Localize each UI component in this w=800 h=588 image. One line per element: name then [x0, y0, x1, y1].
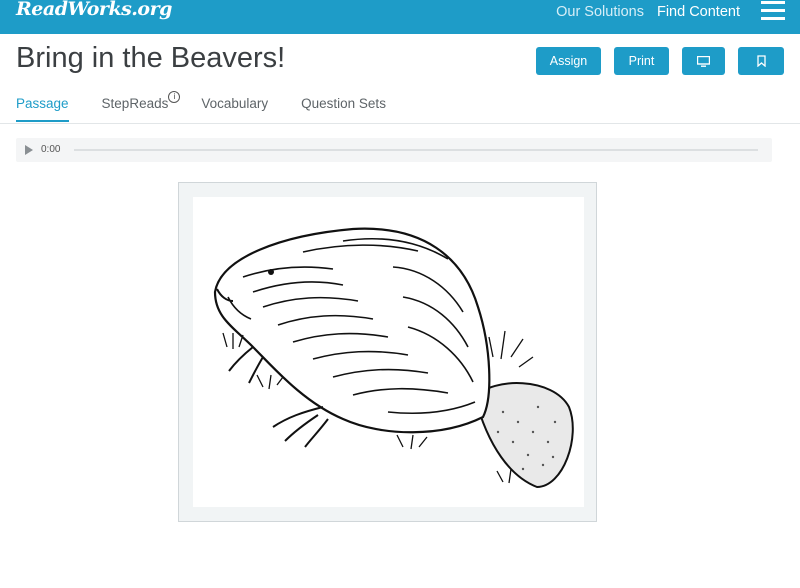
hamburger-icon[interactable] — [761, 1, 785, 21]
tab-vocabulary[interactable]: Vocabulary — [201, 96, 268, 122]
top-nav-links: Our Solutions Find Content — [556, 4, 740, 20]
tab-stepreads[interactable]: StepReads i — [101, 91, 181, 122]
present-button[interactable] — [682, 47, 725, 75]
passage-figure — [178, 182, 597, 522]
beaver-drawing — [213, 227, 574, 489]
our-solutions-link[interactable]: Our Solutions — [556, 4, 644, 20]
monitor-icon — [697, 55, 710, 67]
print-button[interactable]: Print — [614, 47, 669, 75]
readworks-logo[interactable]: ReadWorks.org — [16, 0, 172, 20]
audio-progress-track[interactable] — [74, 149, 758, 151]
bookmark-button[interactable] — [738, 47, 784, 75]
top-navigation-bar: ReadWorks.org Our Solutions Find Content — [0, 0, 800, 34]
tab-question-sets[interactable]: Question Sets — [301, 96, 386, 122]
article-tabs: Passage StepReads i Vocabulary Question … — [16, 91, 419, 122]
info-icon[interactable]: i — [168, 91, 181, 103]
find-content-link[interactable]: Find Content — [657, 4, 740, 20]
assign-button[interactable]: Assign — [536, 47, 601, 75]
article-header: Bring in the Beavers! Assign Print Passa… — [0, 34, 800, 124]
beaver-illustration — [193, 197, 584, 507]
bookmark-icon — [756, 55, 766, 67]
tab-passage[interactable]: Passage — [16, 96, 69, 122]
page-title: Bring in the Beavers! — [16, 42, 286, 74]
tab-stepreads-label: StepReads — [101, 96, 169, 111]
audio-time: 0:00 — [41, 144, 61, 155]
audio-player: 0:00 — [16, 138, 772, 162]
play-icon[interactable] — [25, 145, 33, 155]
